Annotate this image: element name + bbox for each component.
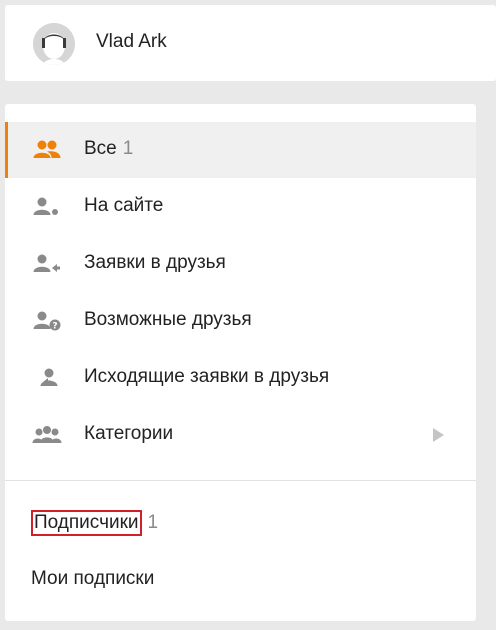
- possible-friend-icon: ?: [33, 311, 61, 332]
- menu-item-label: Все: [84, 138, 117, 159]
- subscribers-count: 1: [147, 512, 159, 533]
- menu-item-label: Исходящие заявки в друзья: [84, 366, 330, 387]
- menu-item-online[interactable]: На сайте: [5, 179, 476, 235]
- chevron-right-icon: [433, 428, 444, 442]
- menu-item-possible-friends[interactable]: ? Возможные друзья: [5, 293, 476, 349]
- svg-text:?: ?: [52, 322, 57, 332]
- profile-card[interactable]: Vlad Ark: [5, 5, 496, 81]
- menu-item-label: Возможные друзья: [84, 309, 252, 330]
- profile-name[interactable]: Vlad Ark: [96, 31, 167, 53]
- friends-page: Vlad Ark Все 1 На сайте Заявки в друзья …: [0, 0, 496, 630]
- outgoing-request-icon: [40, 368, 58, 386]
- categories-icon: [32, 426, 62, 443]
- menu-item-label: Категории: [84, 423, 174, 444]
- friends-menu: Все 1 На сайте Заявки в друзья ? Возможн…: [5, 104, 476, 621]
- menu-item-categories[interactable]: Категории: [5, 407, 476, 463]
- user-online-icon: [33, 197, 58, 215]
- avatar[interactable]: [33, 23, 75, 65]
- menu-divider: [5, 480, 476, 481]
- my-subscriptions-link[interactable]: Мои подписки: [31, 568, 154, 590]
- avatar-icon: [33, 23, 75, 65]
- menu-item-label: На сайте: [84, 195, 164, 216]
- subscribers-label: Подписчики: [31, 510, 142, 536]
- menu-item-label: Заявки в друзья: [84, 252, 226, 273]
- subscribers-link[interactable]: Подписчики 1: [31, 510, 158, 536]
- menu-item-all[interactable]: Все 1: [5, 122, 476, 178]
- friends-count: 1: [122, 138, 134, 159]
- friends-icon: [33, 140, 61, 158]
- friend-request-icon: [33, 254, 60, 272]
- menu-item-friend-requests[interactable]: Заявки в друзья: [5, 236, 476, 292]
- menu-item-outgoing-requests[interactable]: Исходящие заявки в друзья: [5, 350, 476, 406]
